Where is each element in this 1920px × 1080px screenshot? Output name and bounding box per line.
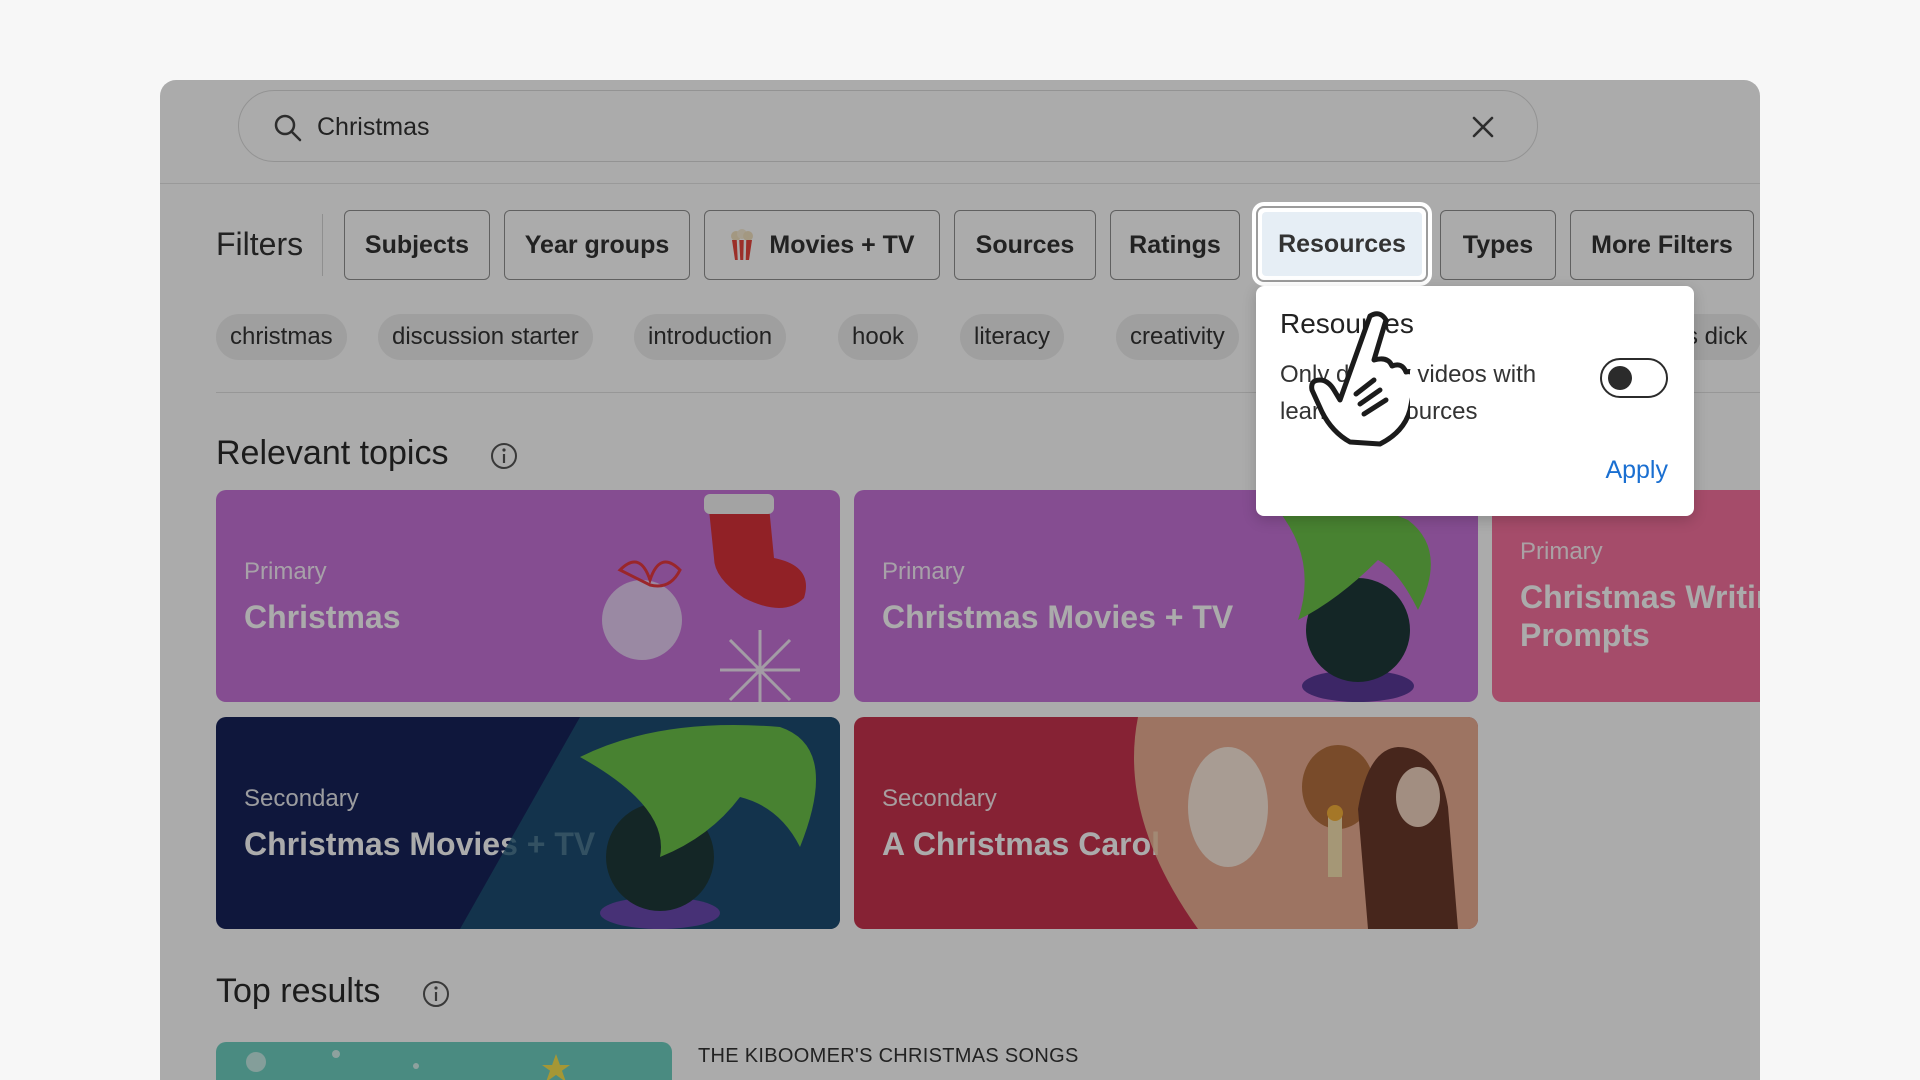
filter-chip-resources[interactable]: Resources xyxy=(1256,206,1428,282)
chip-label: Resources xyxy=(1262,212,1422,276)
apply-button[interactable]: Apply xyxy=(1605,456,1668,485)
learning-resources-toggle[interactable] xyxy=(1600,358,1668,398)
app-window: Filters Subjects Year groups Movies + TV… xyxy=(160,80,1760,1080)
modal-overlay[interactable] xyxy=(160,80,1760,1080)
hand-pointer-cursor-icon xyxy=(1309,311,1410,447)
toggle-knob xyxy=(1608,366,1632,390)
